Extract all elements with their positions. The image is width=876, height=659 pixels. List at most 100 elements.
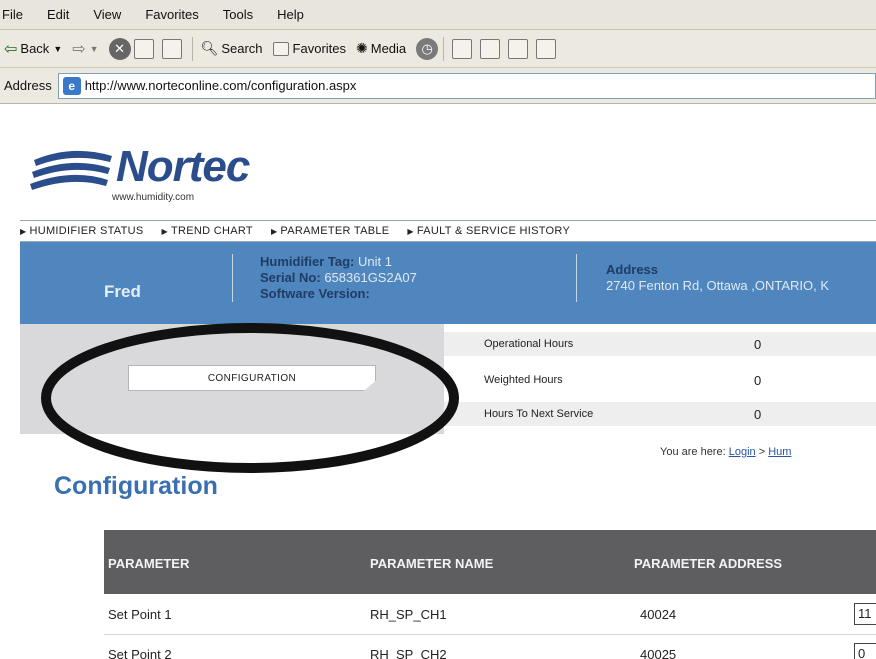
info-divider xyxy=(232,254,233,302)
hours-label: Weighted Hours xyxy=(484,374,563,386)
back-button[interactable]: ⇦ Back ▼ xyxy=(4,39,62,59)
configuration-button[interactable]: CONFIGURATION xyxy=(128,365,376,391)
hours-value: 0 xyxy=(754,406,762,422)
menu-view[interactable]: View xyxy=(93,7,121,22)
favorites-icon xyxy=(272,41,289,56)
triangle-right-icon: ▶ xyxy=(407,226,414,236)
hours-panel: Operational Hours 0 Weighted Hours 0 Hou… xyxy=(444,324,876,434)
media-icon: ✺ xyxy=(356,40,368,56)
tag-value: Unit 1 xyxy=(358,254,392,269)
address-bar: Address e http://www.norteconline.com/co… xyxy=(0,68,876,104)
logo-subtitle: www.humidity.com xyxy=(112,192,195,203)
hours-row-operational: Operational Hours 0 xyxy=(444,332,876,356)
nav-label: FAULT & SERVICE HISTORY xyxy=(416,225,571,237)
media-label: Media xyxy=(370,41,407,56)
nortec-logo[interactable]: Nortec www.humidity.com xyxy=(30,140,270,206)
column-header-parameter-address: PARAMETER ADDRESS xyxy=(634,556,783,571)
nav-fault-service-history[interactable]: ▶ FAULT & SERVICE HISTORY xyxy=(407,225,570,237)
serial-value: 658361GS2A07 xyxy=(324,270,417,285)
user-name: Fred xyxy=(104,282,141,301)
triangle-right-icon: ▶ xyxy=(161,226,168,236)
print-icon[interactable] xyxy=(480,38,501,59)
row-divider xyxy=(104,634,876,635)
hours-label: Operational Hours xyxy=(484,338,574,350)
hours-row-weighted: Weighted Hours 0 xyxy=(444,368,876,392)
serial-label: Serial No: xyxy=(260,270,321,285)
url-input[interactable]: e http://www.norteconline.com/configurat… xyxy=(57,72,876,99)
software-label: Software Version: xyxy=(260,286,370,301)
menu-tools[interactable]: Tools xyxy=(223,7,253,22)
stop-icon[interactable]: ✕ xyxy=(108,37,131,60)
cell-parameter: Set Point 2 xyxy=(108,647,172,659)
favorites-label: Favorites xyxy=(292,41,347,56)
cell-parameter-name: RH_SP_CH1 xyxy=(370,607,447,622)
main-nav: ▶ HUMIDIFIER STATUS ▶ TREND CHART ▶ PARA… xyxy=(20,220,876,242)
logo-wordmark: Nortec xyxy=(116,142,250,191)
browser-toolbar: ⇦ Back ▼ ⇨ ▼ ✕ 🔍︎ Search Favorites ✺ Med… xyxy=(0,30,876,68)
history-icon[interactable]: ◷ xyxy=(416,37,439,60)
breadcrumb-login-link[interactable]: Login xyxy=(729,446,756,458)
hours-row-next-service: Hours To Next Service 0 xyxy=(444,402,876,426)
hours-value: 0 xyxy=(754,372,762,388)
cell-parameter-address: 40024 xyxy=(640,607,677,622)
value-input[interactable]: 0 xyxy=(854,643,876,659)
menu-favorites[interactable]: Favorites xyxy=(145,7,198,22)
forward-arrow-icon: ⇨ xyxy=(72,40,86,58)
nav-label: HUMIDIFIER STATUS xyxy=(29,225,144,237)
refresh-icon[interactable] xyxy=(133,38,154,59)
favorites-button[interactable]: Favorites xyxy=(272,41,347,56)
nav-trend-chart[interactable]: ▶ TREND CHART xyxy=(162,225,253,237)
triangle-right-icon: ▶ xyxy=(20,226,27,236)
media-button[interactable]: ✺ Media xyxy=(356,40,406,57)
breadcrumb-prefix: You are here: xyxy=(660,446,726,458)
address-details: Address 2740 Fenton Rd, Ottawa ,ONTARIO,… xyxy=(606,262,829,294)
cell-parameter-address: 40025 xyxy=(640,647,677,659)
toolbar-divider xyxy=(191,36,193,61)
chevron-down-icon: ▼ xyxy=(53,43,63,54)
page-title: Configuration xyxy=(54,472,218,500)
table-header: PARAMETER PARAMETER NAME PARAMETER ADDRE… xyxy=(104,530,876,594)
value-input[interactable]: 11 xyxy=(854,603,876,625)
column-header-parameter: PARAMETER xyxy=(108,556,190,571)
waves-icon xyxy=(30,150,112,190)
tag-label: Humidifier Tag: xyxy=(260,254,355,269)
page-icon: e xyxy=(62,76,81,95)
humidifier-info-bar: Fred Humidifier Tag: Unit 1 Serial No: 6… xyxy=(20,242,876,324)
table-row: Set Point 1 RH_SP_CH1 40024 11 xyxy=(104,596,876,632)
address-heading: Address xyxy=(606,262,659,277)
hours-label: Hours To Next Service xyxy=(484,408,594,420)
info-divider xyxy=(576,254,577,302)
breadcrumb-separator: > xyxy=(758,446,766,458)
table-row: Set Point 2 RH_SP_CH2 40025 0 xyxy=(104,636,876,659)
menu-help[interactable]: Help xyxy=(277,7,304,22)
chevron-down-icon: ▼ xyxy=(89,43,99,54)
forward-button[interactable]: ⇨ ▼ xyxy=(72,39,98,59)
back-arrow-icon: ⇦ xyxy=(4,40,18,58)
search-label: Search xyxy=(221,41,263,56)
menu-edit[interactable]: Edit xyxy=(47,7,69,22)
nav-label: PARAMETER TABLE xyxy=(280,225,390,237)
discuss-icon[interactable] xyxy=(536,38,557,59)
menu-bar: File Edit View Favorites Tools Help xyxy=(0,0,876,30)
edit-icon[interactable] xyxy=(508,38,529,59)
address-label: Address xyxy=(4,78,52,93)
search-icon: 🔍︎ xyxy=(200,40,219,56)
cell-parameter-name: RH_SP_CH2 xyxy=(370,647,447,659)
mail-icon[interactable] xyxy=(452,38,473,59)
hours-value: 0 xyxy=(754,336,762,352)
nav-label: TREND CHART xyxy=(171,225,253,237)
triangle-right-icon: ▶ xyxy=(270,226,278,236)
url-text: http://www.norteconline.com/configuratio… xyxy=(84,78,357,93)
column-header-parameter-name: PARAMETER NAME xyxy=(370,556,494,571)
toolbar-divider xyxy=(443,36,445,61)
cell-parameter: Set Point 1 xyxy=(108,607,172,622)
address-value: 2740 Fenton Rd, Ottawa ,ONTARIO, K xyxy=(606,278,830,293)
breadcrumb: You are here: Login > Hum xyxy=(660,446,791,458)
menu-file[interactable]: File xyxy=(2,7,23,22)
nav-parameter-table[interactable]: ▶ PARAMETER TABLE xyxy=(271,225,389,237)
breadcrumb-humidifier-link[interactable]: Hum xyxy=(768,446,791,458)
search-button[interactable]: 🔍︎ Search xyxy=(201,40,263,57)
humidifier-details: Humidifier Tag: Unit 1 Serial No: 658361… xyxy=(260,254,417,302)
home-icon[interactable] xyxy=(161,38,182,59)
nav-humidifier-status[interactable]: ▶ HUMIDIFIER STATUS xyxy=(20,225,144,237)
